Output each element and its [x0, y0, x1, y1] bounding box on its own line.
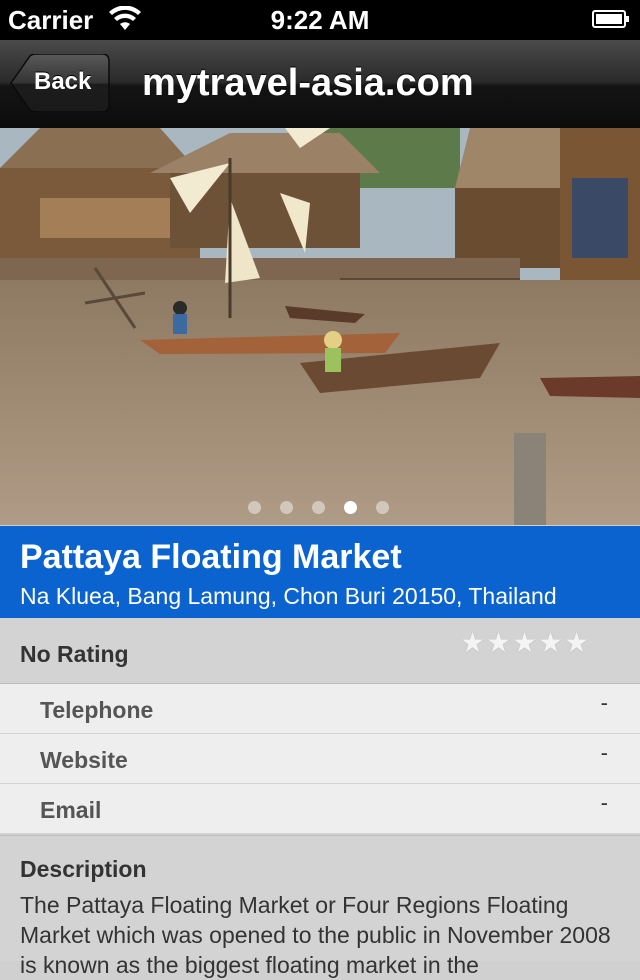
rating-row: No Rating ★ ★ ★ ★ ★: [0, 619, 640, 684]
floating-market-photo: [0, 128, 640, 525]
telephone-value: -: [600, 690, 608, 715]
status-bar: Carrier 9:22 AM: [0, 0, 640, 40]
page-title: mytravel-asia.com: [142, 62, 474, 104]
place-address: Na Kluea, Bang Lamung, Chon Buri 20150, …: [20, 583, 557, 609]
star-icon[interactable]: ★: [460, 629, 485, 657]
email-label: Email: [40, 797, 102, 823]
page-dot[interactable]: [280, 501, 293, 514]
rating-label: No Rating: [20, 641, 129, 667]
telephone-row[interactable]: Telephone -: [0, 684, 640, 734]
description-section: Description The Pattaya Floating Market …: [0, 835, 640, 978]
page-dot[interactable]: [312, 501, 325, 514]
telephone-label: Telephone: [40, 697, 154, 723]
website-label: Website: [40, 747, 128, 773]
star-icon[interactable]: ★: [538, 629, 563, 657]
page-dot[interactable]: [248, 501, 261, 514]
back-button[interactable]: Back: [10, 54, 110, 112]
page-dot-active[interactable]: [344, 501, 357, 514]
description-heading: Description: [20, 856, 147, 882]
back-button-label: Back: [34, 68, 92, 95]
website-row[interactable]: Website -: [0, 734, 640, 784]
email-value: -: [600, 790, 608, 815]
website-value: -: [600, 740, 608, 765]
place-name: Pattaya Floating Market: [20, 538, 402, 576]
clock: 9:22 AM: [270, 5, 370, 35]
email-row[interactable]: Email -: [0, 784, 640, 834]
page-dot[interactable]: [376, 501, 389, 514]
star-icon[interactable]: ★: [564, 629, 589, 657]
battery-icon: [592, 10, 629, 28]
star-icon[interactable]: ★: [512, 629, 537, 657]
photo-gallery[interactable]: [0, 128, 640, 525]
star-icon[interactable]: ★: [486, 629, 511, 657]
place-header: Pattaya Floating Market Na Kluea, Bang L…: [0, 526, 640, 618]
description-text: The Pattaya Floating Market or Four Regi…: [20, 892, 611, 978]
navigation-bar: Back mytravel-asia.com: [0, 40, 640, 129]
